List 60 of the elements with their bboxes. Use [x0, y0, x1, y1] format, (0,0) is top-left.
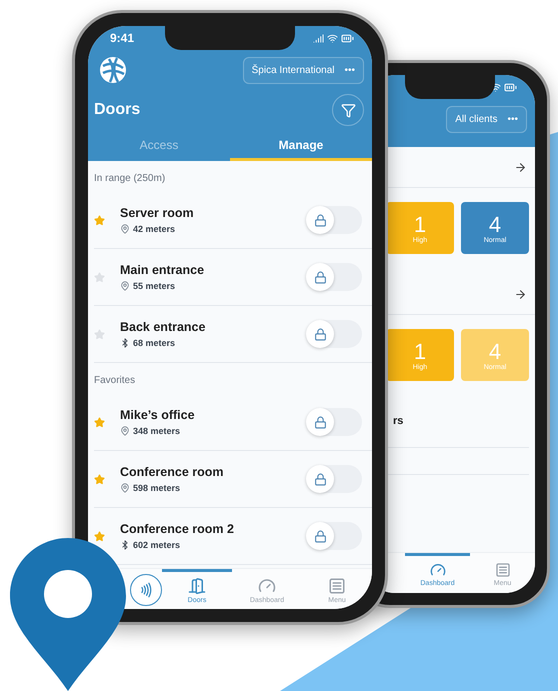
- door-name: Mike’s office: [120, 408, 196, 422]
- star-icon[interactable]: [94, 416, 105, 428]
- door-distance: 348 meters: [133, 426, 180, 436]
- door-name: Back entrance: [120, 320, 206, 334]
- lock-switch[interactable]: [306, 465, 362, 493]
- door-name: Conference room 2: [120, 522, 235, 536]
- screen-title: Doors: [94, 101, 140, 119]
- globe-logo-icon: [98, 55, 128, 85]
- section-title: rs: [393, 415, 404, 427]
- map-pin-icon: [120, 281, 130, 291]
- account-selector[interactable]: Špica International •••: [242, 56, 364, 84]
- door-distance: 68 meters: [133, 338, 176, 348]
- arrow-right-icon[interactable]: [514, 288, 527, 300]
- battery-icon: [341, 32, 354, 44]
- door-distance: 598 meters: [133, 483, 180, 493]
- section-heading: Favorites: [94, 374, 136, 388]
- door-distance: 42 meters: [133, 224, 176, 234]
- gauge-icon: [258, 577, 276, 595]
- lock-icon: [314, 328, 326, 340]
- tab[interactable]: Access: [88, 130, 230, 161]
- star-icon[interactable]: [94, 328, 105, 340]
- bluetooth-icon: [120, 540, 130, 550]
- lock-icon: [314, 270, 326, 284]
- map-pin-icon: [120, 224, 130, 234]
- bluetooth-icon: [120, 338, 130, 348]
- tab[interactable]: Manage: [230, 130, 372, 161]
- gauge-icon: [430, 562, 446, 578]
- door-distance: 602 meters: [133, 540, 180, 550]
- star-icon[interactable]: [94, 474, 105, 484]
- nfc-button[interactable]: [130, 574, 162, 606]
- lock-icon: [314, 214, 326, 226]
- door-icon: [188, 577, 206, 595]
- door-name: Server room: [120, 206, 195, 220]
- lock-switch[interactable]: [306, 522, 362, 550]
- door-name: Conference room: [120, 465, 224, 479]
- status-time: 9:41: [110, 31, 134, 45]
- star-icon[interactable]: [94, 272, 105, 282]
- lock-switch[interactable]: [306, 320, 362, 348]
- lock-switch[interactable]: [306, 206, 362, 234]
- map-pin-icon: [120, 426, 130, 436]
- wifi-icon: [327, 32, 338, 44]
- client-selector[interactable]: All clients •••: [446, 106, 527, 132]
- map-pin-icon: [120, 483, 130, 493]
- filter-button[interactable]: [332, 94, 364, 126]
- door-distance: 55 meters: [133, 281, 176, 291]
- lock-switch[interactable]: [306, 263, 362, 291]
- lock-icon: [314, 416, 326, 428]
- star-icon[interactable]: [94, 530, 105, 542]
- section-heading: In range (250m): [94, 172, 166, 186]
- filter-icon: [340, 102, 356, 118]
- battery-icon: [504, 80, 517, 94]
- star-icon[interactable]: [94, 214, 105, 226]
- lock-icon: [314, 472, 326, 486]
- menu-icon: [494, 562, 510, 578]
- door-name: Main entrance: [120, 263, 206, 277]
- signal-icon: [313, 32, 324, 44]
- lock-icon: [314, 530, 326, 542]
- lock-switch[interactable]: [306, 408, 362, 436]
- arrow-right-icon[interactable]: [514, 160, 527, 174]
- menu-icon: [328, 577, 346, 595]
